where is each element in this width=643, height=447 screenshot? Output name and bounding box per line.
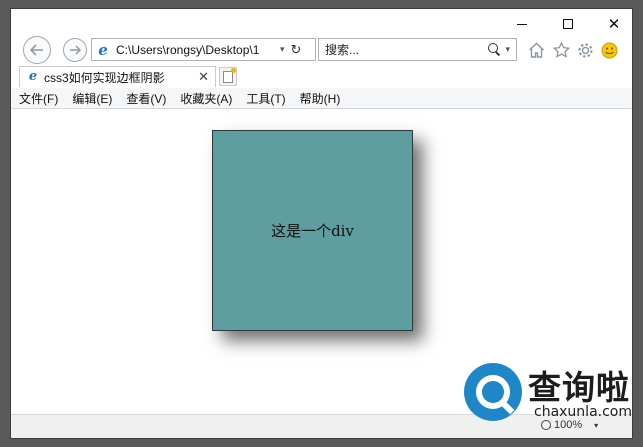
gear-icon[interactable] bbox=[575, 40, 595, 60]
minimize-icon bbox=[517, 23, 527, 25]
search-input[interactable]: 搜索... bbox=[325, 41, 487, 58]
window: ✕ e C:\Users\rongsy\Desktop\1 ▾ ↻ 搜索... … bbox=[0, 0, 643, 447]
ie-page-icon: e bbox=[98, 40, 108, 59]
watermark-url: chaxunla.com bbox=[534, 404, 632, 420]
search-icon[interactable] bbox=[487, 42, 501, 57]
watermark-title: 查询啦 bbox=[528, 368, 630, 407]
refresh-icon[interactable]: ↻ bbox=[291, 42, 302, 58]
navigation-bar: e C:\Users\rongsy\Desktop\1 ▾ ↻ 搜索... ▾ bbox=[11, 35, 632, 65]
watermark-logo-icon bbox=[464, 363, 522, 421]
maximize-icon bbox=[563, 19, 573, 29]
watermark: 查询啦 chaxunla.com bbox=[458, 357, 638, 429]
home-icon[interactable] bbox=[526, 40, 546, 60]
tab-close-icon[interactable]: ✕ bbox=[198, 69, 209, 85]
new-tab-button[interactable] bbox=[219, 67, 237, 86]
back-button[interactable] bbox=[23, 36, 51, 64]
search-box[interactable]: 搜索... ▾ bbox=[318, 38, 517, 61]
box-label: 这是一个div bbox=[271, 222, 354, 240]
menu-edit[interactable]: 编辑(E) bbox=[72, 90, 112, 107]
new-tab-icon bbox=[223, 67, 236, 83]
address-dropdown-icon[interactable]: ▾ bbox=[280, 44, 285, 55]
forward-arrow-icon bbox=[70, 45, 81, 55]
back-arrow-icon bbox=[30, 44, 43, 56]
menu-tools[interactable]: 工具(T) bbox=[246, 90, 285, 107]
star-icon[interactable] bbox=[551, 40, 571, 60]
tab-bar: e css3如何实现边框阴影 ✕ bbox=[11, 66, 632, 87]
shadowed-div-box: 这是一个div bbox=[212, 130, 413, 331]
menu-bar: 文件(F) 编辑(E) 查看(V) 收藏夹(A) 工具(T) 帮助(H) bbox=[11, 88, 632, 109]
address-input[interactable]: C:\Users\rongsy\Desktop\1 bbox=[116, 43, 276, 57]
smiley-icon[interactable] bbox=[599, 40, 619, 60]
search-dropdown-icon[interactable]: ▾ bbox=[505, 44, 510, 55]
menu-view[interactable]: 查看(V) bbox=[126, 90, 166, 107]
tab-active[interactable]: e css3如何实现边框阴影 ✕ bbox=[19, 66, 216, 87]
tab-title: css3如何实现边框阴影 bbox=[44, 70, 165, 85]
menu-help[interactable]: 帮助(H) bbox=[300, 90, 341, 107]
forward-button[interactable] bbox=[63, 38, 87, 62]
close-icon: ✕ bbox=[607, 16, 621, 33]
address-bar[interactable]: e C:\Users\rongsy\Desktop\1 ▾ ↻ bbox=[91, 38, 316, 61]
menu-file[interactable]: 文件(F) bbox=[19, 90, 58, 107]
ie-tab-icon: e bbox=[28, 69, 38, 84]
menu-favorites[interactable]: 收藏夹(A) bbox=[180, 90, 232, 107]
